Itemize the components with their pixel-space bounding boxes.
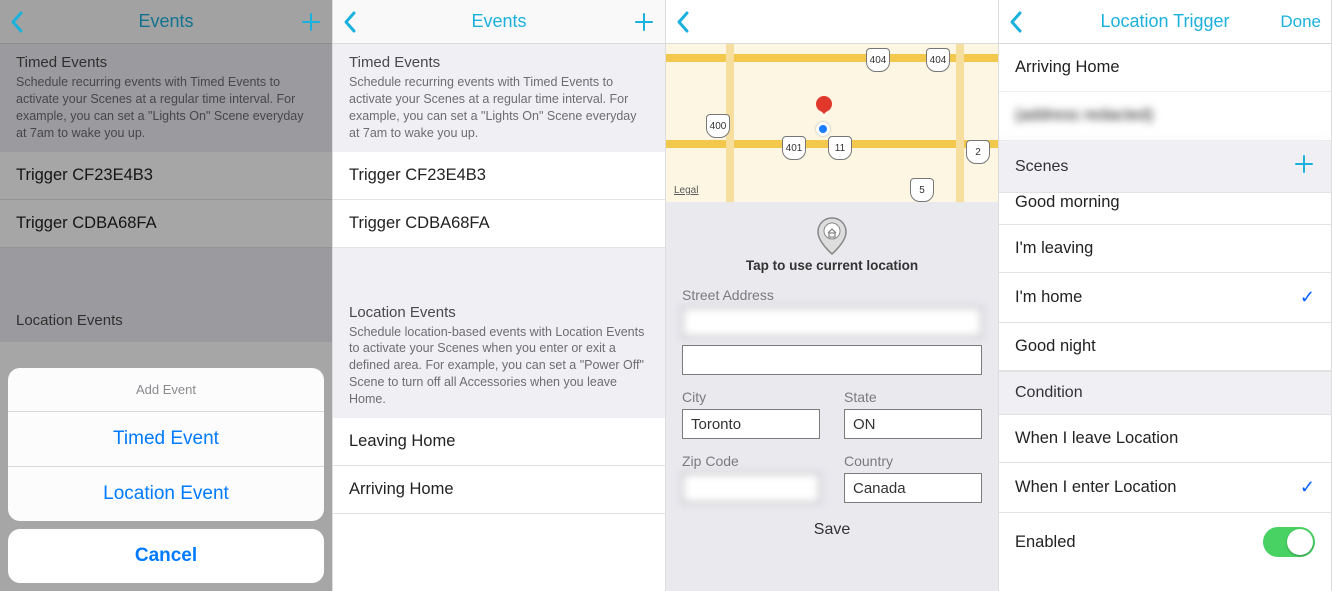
scene-label: Good night — [1015, 337, 1096, 356]
enabled-label: Enabled — [1015, 533, 1076, 552]
section-description: Schedule recurring events with Timed Eve… — [349, 74, 649, 142]
scene-row[interactable]: I'm leaving — [999, 225, 1331, 273]
scene-row[interactable]: I'm home ✓ — [999, 273, 1331, 323]
street-input-2[interactable] — [682, 345, 982, 375]
map-pin-icon — [816, 96, 832, 112]
timed-events-header: Timed Events Schedule recurring events w… — [333, 44, 665, 152]
sheet-option-location[interactable]: Location Event — [8, 467, 324, 521]
highway-shield: 2 — [966, 140, 990, 164]
country-input[interactable] — [844, 473, 982, 503]
scene-label: Good morning — [1015, 193, 1120, 211]
back-button[interactable] — [1009, 11, 1039, 33]
save-button[interactable]: Save — [682, 503, 982, 557]
navbar: Location Trigger Done — [999, 0, 1331, 44]
location-event-row[interactable]: Leaving Home — [333, 418, 665, 466]
current-location-dot-icon — [816, 122, 830, 136]
screen-events-with-sheet: Events Timed Events Schedule recurring e… — [0, 0, 333, 591]
city-input[interactable] — [682, 409, 820, 439]
add-button[interactable] — [625, 11, 655, 33]
state-label: State — [844, 389, 982, 405]
country-label: Country — [844, 453, 982, 469]
trigger-name: Arriving Home — [1015, 58, 1120, 77]
action-sheet: Add Event Timed Event Location Event Can… — [8, 368, 324, 583]
section-title: Timed Events — [349, 54, 649, 71]
highway-shield: 401 — [782, 136, 806, 160]
sheet-option-timed[interactable]: Timed Event — [8, 412, 324, 467]
city-label: City — [682, 389, 820, 405]
street-label: Street Address — [682, 287, 982, 303]
use-current-location-button[interactable]: Tap to use current location — [682, 216, 982, 273]
location-event-row[interactable]: Arriving Home — [333, 466, 665, 514]
back-button[interactable] — [343, 11, 373, 33]
zip-input[interactable] — [682, 473, 820, 503]
scenes-header-label: Scenes — [1015, 158, 1068, 176]
screen-events: Events Timed Events Schedule recurring e… — [333, 0, 666, 591]
condition-header-label: Condition — [1015, 384, 1083, 402]
highway-shield: 404 — [926, 48, 950, 72]
highway-shield: 11 — [828, 136, 852, 160]
location-event-label: Arriving Home — [349, 480, 454, 499]
trigger-name-row[interactable]: Arriving Home — [999, 44, 1331, 92]
trigger-row[interactable]: Trigger CF23E4B3 — [333, 152, 665, 200]
section-description: Schedule location-based events with Loca… — [349, 324, 649, 408]
condition-label: When I leave Location — [1015, 429, 1178, 448]
condition-header: Condition — [999, 371, 1331, 415]
add-button[interactable] — [292, 11, 322, 33]
highway-shield: 5 — [910, 178, 934, 202]
back-button[interactable] — [676, 11, 706, 33]
screen-location-form: 404 404 400 401 11 5 2 Legal Tap to use … — [666, 0, 999, 591]
map[interactable]: 404 404 400 401 11 5 2 Legal — [666, 44, 998, 202]
state-input[interactable] — [844, 409, 982, 439]
trigger-row[interactable]: Trigger CDBA68FA — [333, 200, 665, 248]
sheet-title: Add Event — [8, 368, 324, 412]
scene-row[interactable]: Good morning — [999, 193, 1331, 225]
use-current-location-label: Tap to use current location — [746, 258, 918, 273]
condition-label: When I enter Location — [1015, 478, 1176, 497]
sheet-cancel[interactable]: Cancel — [8, 529, 324, 583]
checkmark-icon: ✓ — [1300, 477, 1315, 498]
enabled-row: Enabled — [999, 513, 1331, 571]
navbar: Events — [333, 0, 665, 44]
condition-row[interactable]: When I enter Location ✓ — [999, 463, 1331, 513]
street-input-1[interactable] — [682, 307, 982, 337]
trigger-label: Trigger CDBA68FA — [349, 214, 490, 233]
location-event-label: Leaving Home — [349, 432, 455, 451]
highway-shield: 404 — [866, 48, 890, 72]
enabled-toggle[interactable] — [1263, 527, 1315, 557]
screen-location-trigger: Location Trigger Done Arriving Home (add… — [999, 0, 1332, 591]
scene-label: I'm home — [1015, 288, 1082, 307]
done-button[interactable]: Done — [1280, 12, 1321, 32]
condition-row[interactable]: When I leave Location — [999, 415, 1331, 463]
address-text: (address redacted) — [1015, 106, 1154, 125]
scene-row[interactable]: Good night — [999, 323, 1331, 371]
highway-shield: 400 — [706, 114, 730, 138]
checkmark-icon: ✓ — [1300, 287, 1315, 308]
map-legal-link[interactable]: Legal — [674, 185, 698, 196]
nav-title: Events — [333, 11, 665, 32]
address-row[interactable]: (address redacted) — [999, 92, 1331, 140]
navbar — [666, 0, 998, 44]
location-events-header: Location Events Schedule location-based … — [333, 294, 665, 418]
add-scene-button[interactable] — [1293, 153, 1315, 180]
trigger-label: Trigger CF23E4B3 — [349, 166, 486, 185]
scenes-header: Scenes — [999, 140, 1331, 193]
back-button[interactable] — [10, 11, 40, 33]
scene-label: I'm leaving — [1015, 239, 1093, 258]
zip-label: Zip Code — [682, 453, 820, 469]
section-title: Location Events — [349, 304, 649, 321]
